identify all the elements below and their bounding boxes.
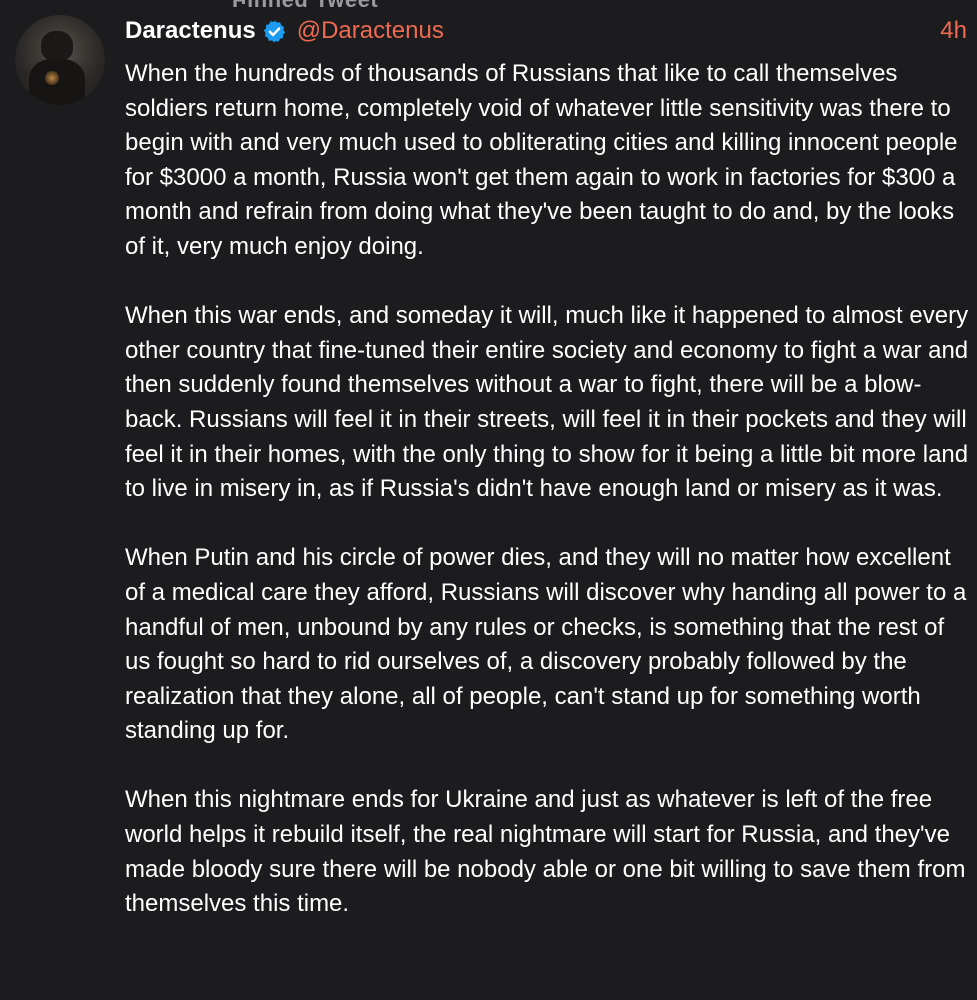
display-name[interactable]: Daractenus <box>125 17 256 45</box>
verified-badge-icon <box>262 19 287 44</box>
timestamp[interactable]: 4h <box>940 17 967 45</box>
user-handle[interactable]: @Daractenus <box>297 17 444 45</box>
pinned-tweet-label: Pinned Tweet <box>232 0 378 13</box>
tweet-header: Daractenus @Daractenus 4h <box>125 14 967 48</box>
avatar-figure-head <box>41 31 73 61</box>
avatar-flare <box>45 71 59 85</box>
tweet-body: When the hundreds of thousands of Russia… <box>125 57 975 956</box>
tweet-paragraph: When this war ends, and someday it will,… <box>125 302 969 503</box>
tweet-paragraph: When this nightmare ends for Ukraine and… <box>125 786 966 918</box>
tweet-paragraph: When the hundreds of thousands of Russia… <box>125 60 958 260</box>
tweet-paragraph: When Putin and his circle of power dies,… <box>125 544 967 745</box>
avatar[interactable] <box>15 15 105 105</box>
